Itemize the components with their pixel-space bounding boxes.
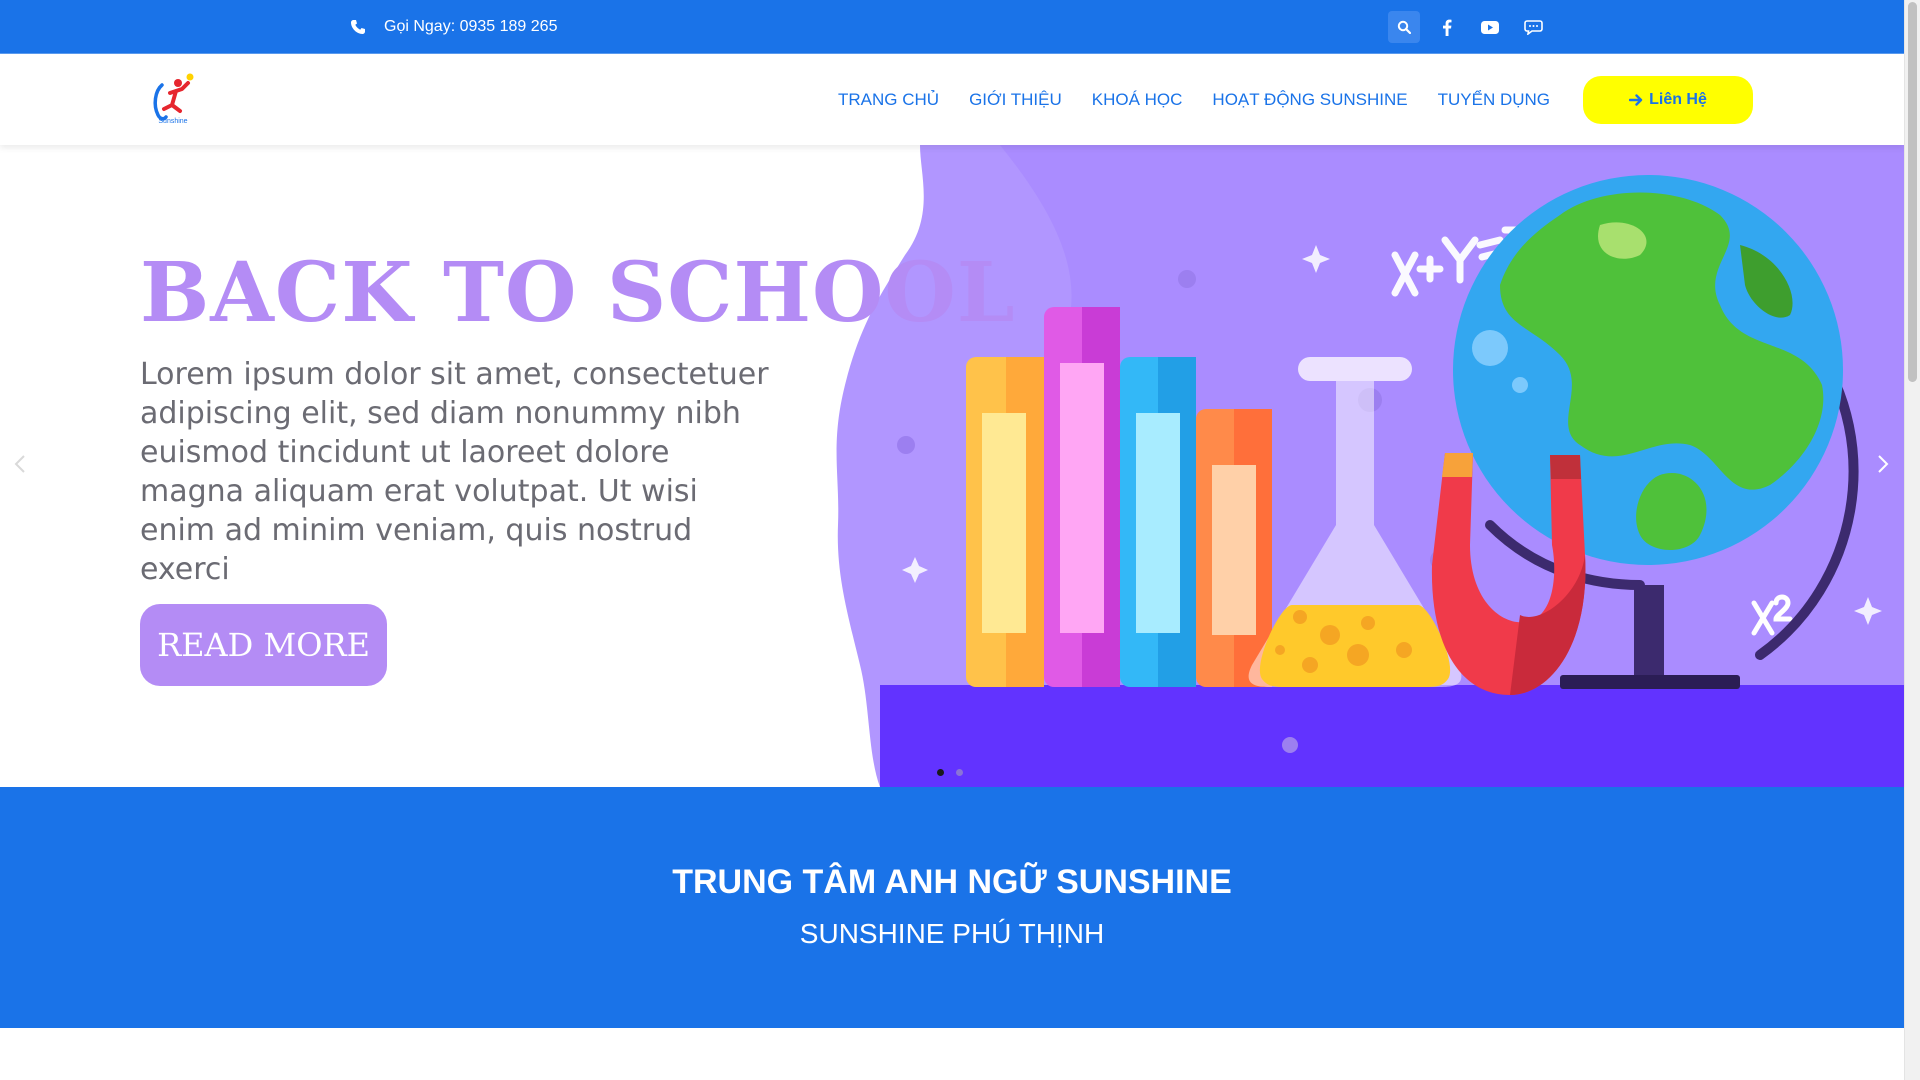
hero-description: Lorem ipsum dolor sit amet, consectetuer…	[140, 357, 769, 587]
page: Gọi Ngay: 0935 189 265 Sunshine TRANG CH…	[0, 0, 1904, 1080]
intro-band: TRUNG TÂM ANH NGỮ SUNSHINE SUNSHINE PHÚ …	[0, 787, 1904, 1028]
page-scrollbar[interactable]	[1904, 0, 1920, 1080]
social-icons	[1388, 11, 1560, 43]
search-icon	[1397, 20, 1411, 34]
logo-caption: Sunshine	[158, 118, 188, 125]
slider-prev-button[interactable]	[8, 452, 32, 476]
nav-item-careers[interactable]: TUYỂN DỤNG	[1438, 90, 1550, 110]
phone-icon	[351, 20, 365, 34]
nav-item-courses[interactable]: KHOÁ HỌC	[1092, 90, 1183, 110]
facebook-icon	[1443, 19, 1452, 36]
contact-button-label: Liên Hệ	[1649, 91, 1707, 108]
nav-item-activities[interactable]: HOẠT ĐỘNG SUNSHINE	[1212, 90, 1407, 110]
phone-text: Gọi Ngay: 0935 189 265	[384, 18, 558, 35]
chevron-left-icon	[14, 455, 25, 473]
facebook-link[interactable]	[1431, 11, 1463, 43]
slider-next-button[interactable]	[1871, 452, 1895, 476]
youtube-icon	[1481, 20, 1499, 34]
chat-link[interactable]	[1517, 11, 1549, 43]
search-button[interactable]	[1388, 11, 1420, 43]
slider-dots	[937, 769, 975, 776]
band-title: TRUNG TÂM ANH NGỮ SUNSHINE	[672, 863, 1232, 901]
top-bar: Gọi Ngay: 0935 189 265	[0, 0, 1904, 54]
read-more-button[interactable]: READ MORE	[140, 604, 387, 686]
site-header: Sunshine TRANG CHỦ GIỚI THIỆU KHOÁ HỌC H…	[0, 54, 1904, 145]
main-nav: TRANG CHỦ GIỚI THIỆU KHOÁ HỌC HOẠT ĐỘNG …	[838, 54, 1580, 145]
chevron-right-icon	[1878, 455, 1889, 473]
arrow-right-icon	[1629, 94, 1643, 106]
slider-dot[interactable]	[937, 769, 944, 776]
phone-contact[interactable]: Gọi Ngay: 0935 189 265	[350, 0, 557, 54]
nav-item-about[interactable]: GIỚI THIỆU	[969, 90, 1062, 110]
chat-icon	[1523, 19, 1543, 35]
hero-slider: BACK TO SCHOOL Lorem ipsum dolor sit ame…	[0, 145, 1904, 787]
contact-button[interactable]: Liên Hệ	[1583, 76, 1753, 124]
hero-title: BACK TO SCHOOL	[140, 245, 1016, 341]
band-subtitle: SUNSHINE PHÚ THỊNH	[799, 918, 1105, 949]
youtube-link[interactable]	[1474, 11, 1506, 43]
nav-item-home[interactable]: TRANG CHỦ	[838, 90, 939, 110]
scrollbar-thumb[interactable]	[1908, 2, 1917, 382]
slider-dot[interactable]	[956, 769, 963, 776]
